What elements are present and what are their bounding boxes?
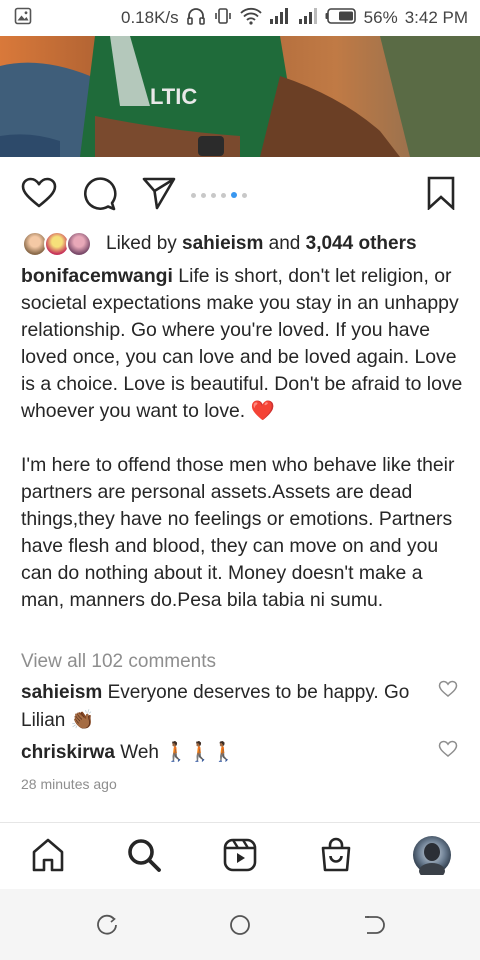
likes-row[interactable]: Liked by sahieism and 3,044 others	[22, 228, 417, 260]
wifi-icon	[240, 7, 262, 30]
shop-icon[interactable]	[316, 835, 356, 875]
battery-icon	[325, 7, 357, 29]
comment-like-heart-icon[interactable]	[438, 680, 458, 700]
comment-like-heart-icon[interactable]	[438, 740, 458, 760]
liker-avatar	[66, 231, 92, 257]
carousel-dot-active	[231, 192, 237, 198]
carousel-dot	[221, 192, 226, 198]
signal-2-icon	[298, 7, 318, 29]
headphones-icon	[186, 6, 206, 31]
clap-emoji: 👏🏾	[70, 710, 95, 731]
profile-avatar[interactable]	[412, 835, 452, 875]
bookmark-icon[interactable]	[421, 173, 461, 213]
likes-count[interactable]: 3,044 others	[306, 233, 417, 254]
comment-text: Weh	[115, 742, 165, 763]
search-icon[interactable]	[124, 835, 164, 875]
send-icon[interactable]	[139, 173, 179, 213]
svg-text:LTIC: LTIC	[150, 84, 197, 109]
status-bar: 0.18K/s 56% 3:42 PM	[0, 0, 480, 36]
liker-avatars	[22, 230, 98, 258]
comment-item: chriskirwa Weh 🚶🏾🚶🏾🚶🏾	[21, 739, 431, 767]
view-all-comments-link[interactable]: View all 102 comments	[21, 651, 216, 673]
caption-username[interactable]: bonifacemwangi	[21, 265, 173, 287]
likes-text: Liked by sahieism and 3,044 others	[106, 233, 417, 254]
carousel-dot	[211, 192, 216, 198]
post-timestamp: 28 minutes ago	[21, 776, 117, 792]
walking-person-emoji: 🚶🏾🚶🏾🚶🏾	[164, 742, 236, 763]
caption-text-2: I'm here to offend those men who behave …	[21, 454, 460, 611]
network-speed: 0.18K/s	[121, 8, 179, 27]
post-photo[interactable]: LTIC	[0, 36, 480, 157]
post-caption: bonifacemwangi Life is short, don't let …	[21, 263, 466, 614]
back-icon[interactable]	[360, 911, 388, 939]
gallery-notification-icon	[14, 7, 32, 30]
signal-icon	[269, 7, 291, 29]
heart-icon[interactable]	[19, 173, 59, 213]
recent-apps-icon[interactable]	[93, 911, 121, 939]
comment-item: sahieism Everyone deserves to be happy. …	[21, 679, 431, 735]
carousel-dot	[201, 192, 206, 198]
vibrate-icon	[213, 6, 233, 31]
red-heart-emoji: ❤️	[250, 400, 275, 422]
bottom-navigation	[0, 823, 480, 889]
carousel-indicator	[191, 192, 247, 198]
carousel-dot	[242, 192, 247, 198]
home-icon[interactable]	[28, 835, 68, 875]
reels-icon[interactable]	[220, 835, 260, 875]
caption-text-1: Life is short, don't let religion, or so…	[21, 265, 468, 422]
post-action-bar	[0, 165, 480, 217]
home-button-icon[interactable]	[226, 911, 254, 939]
carousel-dot	[191, 192, 196, 198]
system-navigation-bar	[0, 889, 480, 960]
comment-username[interactable]: sahieism	[21, 682, 102, 703]
comment-icon[interactable]	[79, 173, 119, 213]
liker-username[interactable]: sahieism	[182, 233, 263, 254]
comment-username[interactable]: chriskirwa	[21, 742, 115, 763]
battery-percent: 56%	[363, 8, 398, 27]
clock: 3:42 PM	[404, 8, 468, 27]
